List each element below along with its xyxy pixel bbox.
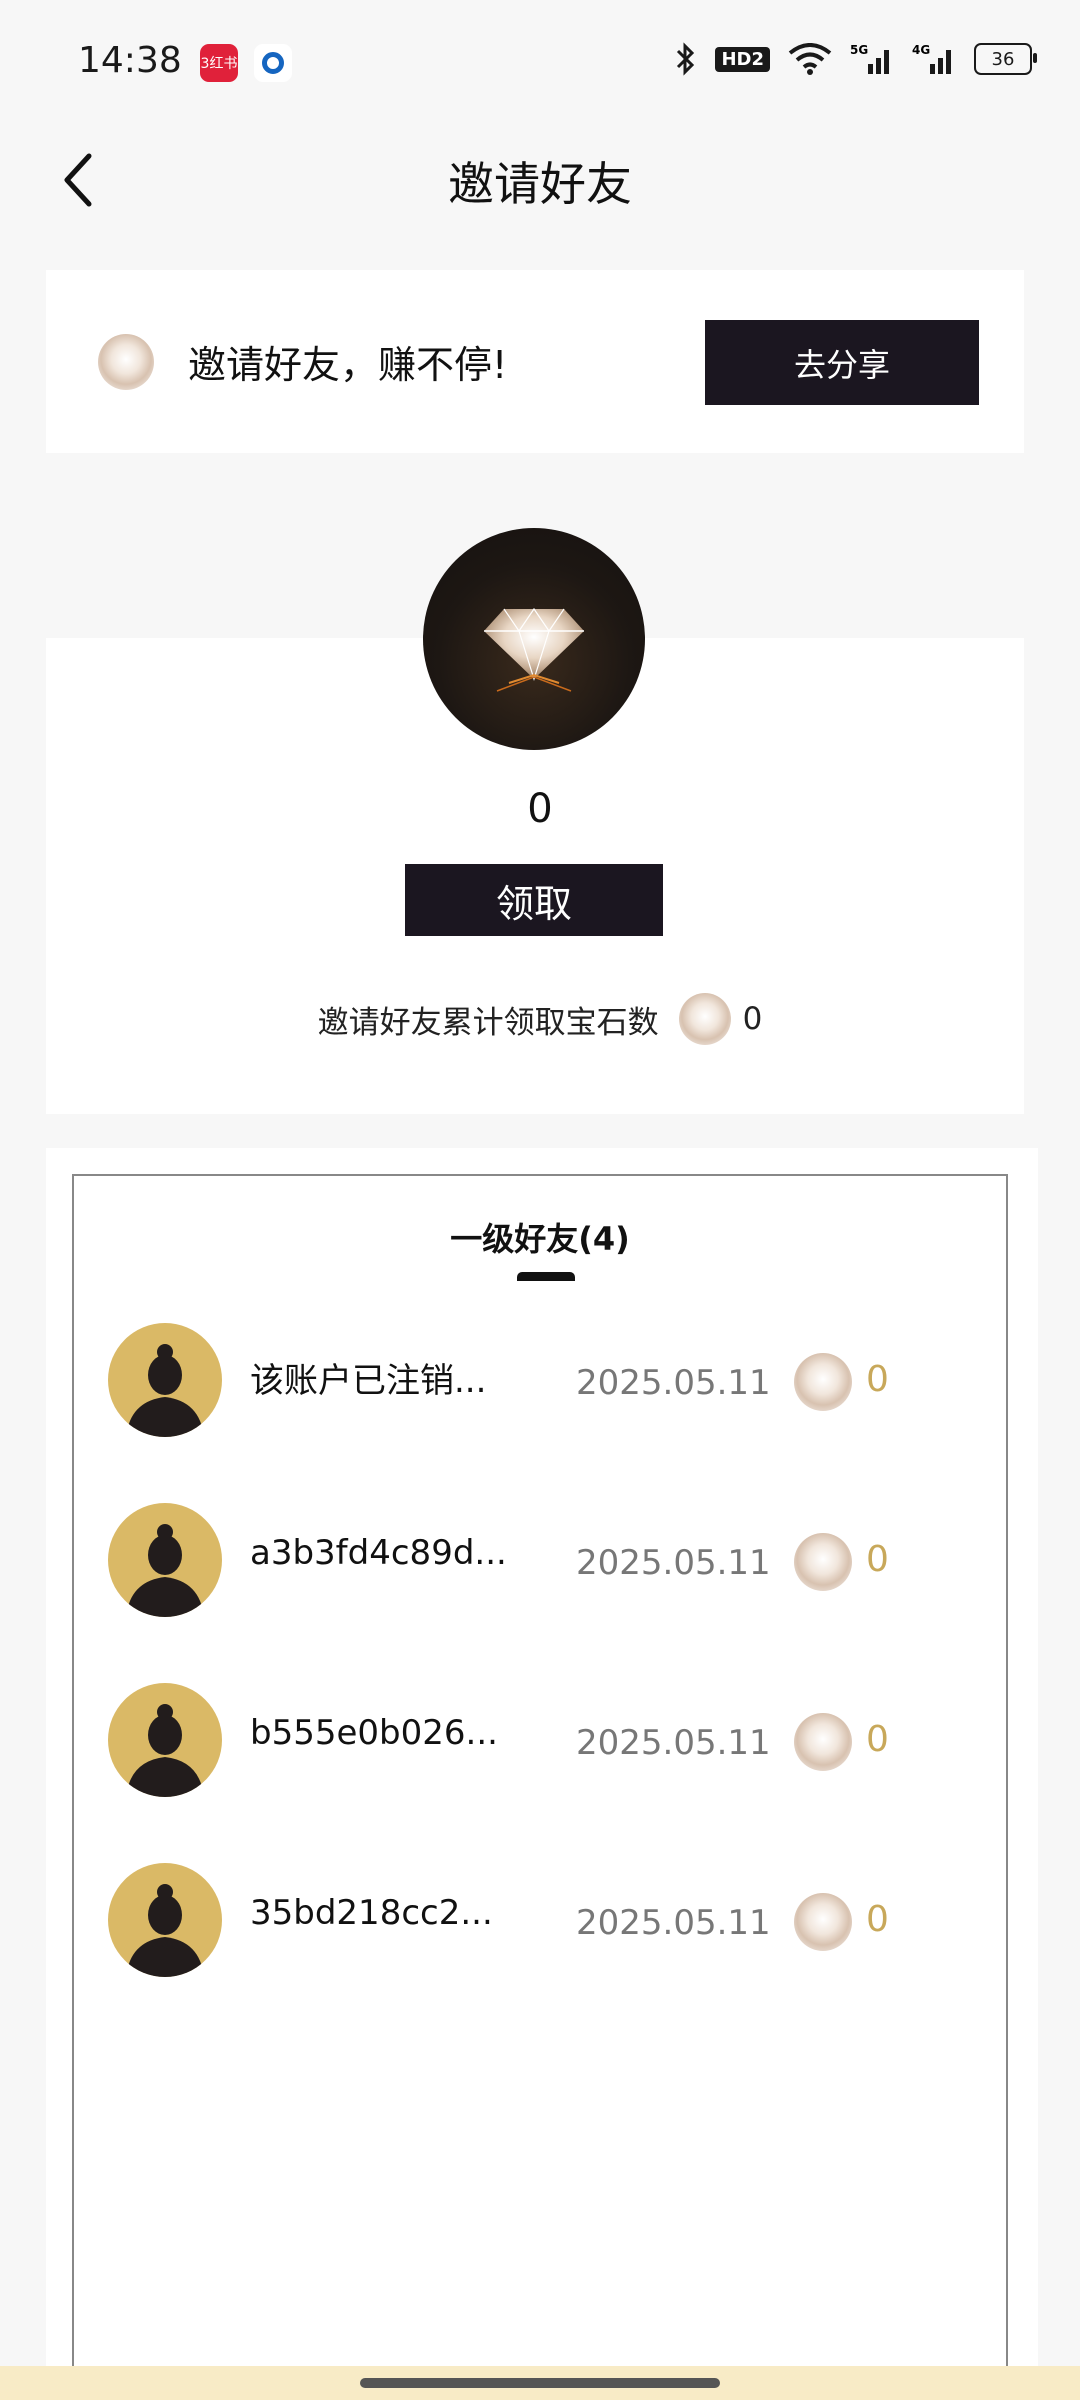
invite-slogan: 邀请好友，赚不停! — [188, 343, 508, 387]
list-item[interactable]: 35bd218cc2... 2025.05.11 0 — [0, 1863, 1080, 1983]
friend-name: 该账户已注销... — [250, 1361, 487, 1401]
claim-button[interactable]: 领取 — [405, 864, 663, 936]
list-item[interactable]: a3b3fd4c89d... 2025.05.11 0 — [0, 1503, 1080, 1623]
bluetooth-icon — [675, 42, 697, 76]
avatar — [108, 1683, 222, 1797]
list-item[interactable]: 该账户已注销... 2025.05.11 0 — [0, 1323, 1080, 1443]
signal-4g-icon: 4G — [912, 42, 956, 76]
nav-bar: 邀请好友 — [0, 120, 1080, 240]
friend-gem-count: 0 — [866, 1899, 889, 1940]
app-notification-icon — [254, 44, 292, 82]
person-silhouette-icon — [126, 1704, 204, 1797]
friend-name: b555e0b026... — [250, 1713, 498, 1753]
avatar — [108, 1503, 222, 1617]
diamond-icon — [98, 334, 154, 390]
total-claimed-label: 邀请好友累计领取宝石数 — [317, 1004, 659, 1041]
wifi-icon — [788, 43, 832, 75]
hd-voice-icon: HD2 — [715, 46, 770, 72]
friend-gem-count: 0 — [866, 1359, 889, 1400]
list-item[interactable]: b555e0b026... 2025.05.11 0 — [0, 1683, 1080, 1803]
battery-icon: 36 — [974, 43, 1037, 75]
friend-name: a3b3fd4c89d... — [250, 1533, 507, 1573]
friend-date: 2025.05.11 — [576, 1363, 771, 1403]
friend-gem-count: 0 — [866, 1719, 889, 1760]
signal-5g-icon: 5G — [850, 42, 894, 76]
share-button[interactable]: 去分享 — [705, 320, 979, 405]
diamond-icon — [794, 1713, 852, 1771]
avatar — [108, 1323, 222, 1437]
tab-indicator — [517, 1272, 575, 1281]
person-silhouette-icon — [126, 1524, 204, 1617]
total-claimed-value: 0 — [742, 1001, 763, 1037]
status-bar: 14:38 3红书 HD2 5G 4G 36 — [0, 0, 1080, 120]
diamond-icon — [794, 1893, 852, 1951]
gem-count: 0 — [527, 786, 553, 832]
diamond-icon — [794, 1353, 852, 1411]
diamond-icon — [423, 528, 645, 750]
tab-level-one-friends[interactable]: 一级好友(4) — [0, 1214, 1080, 1260]
diamond-icon — [678, 993, 731, 1045]
friend-name: 35bd218cc2... — [250, 1893, 493, 1933]
person-silhouette-icon — [126, 1344, 204, 1437]
svg-text:5G: 5G — [850, 43, 868, 57]
person-silhouette-icon — [126, 1884, 204, 1977]
diamond-icon — [794, 1533, 852, 1591]
home-indicator[interactable] — [360, 2378, 720, 2388]
svg-text:4G: 4G — [912, 43, 930, 57]
status-icons: HD2 5G 4G 36 — [675, 42, 1037, 76]
xiaohongshu-notification-icon: 3红书 — [200, 44, 238, 82]
page-title: 邀请好友 — [448, 157, 632, 211]
invite-friends-page: 14:38 3红书 HD2 5G 4G 36 邀请好友 邀请好友，赚不停! 去分… — [0, 0, 1080, 2400]
status-time: 14:38 — [78, 40, 182, 81]
friend-gem-count: 0 — [866, 1539, 889, 1580]
avatar — [108, 1863, 222, 1977]
friend-date: 2025.05.11 — [576, 1543, 771, 1583]
total-claimed-row: 邀请好友累计领取宝石数 0 — [0, 993, 1080, 1045]
friend-date: 2025.05.11 — [576, 1723, 771, 1763]
invite-banner: 邀请好友，赚不停! 去分享 — [46, 270, 1024, 453]
friend-date: 2025.05.11 — [576, 1903, 771, 1943]
